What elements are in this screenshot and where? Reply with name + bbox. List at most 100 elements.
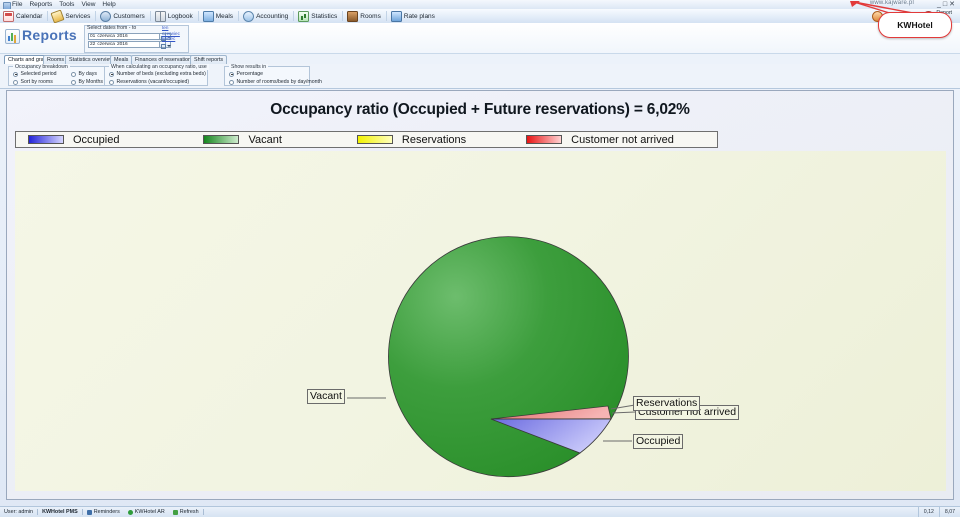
- radio-dot-icon: [13, 71, 18, 77]
- legend-swatch-reservations-icon: [356, 135, 393, 144]
- radio-dot-icon: [71, 79, 76, 85]
- toolbar-separator: [238, 11, 240, 21]
- radio-by-months[interactable]: By Months: [71, 79, 103, 85]
- toolbar-separator: [385, 11, 387, 21]
- status-refresh-label: Refresh: [179, 509, 199, 515]
- date-to-row: 22 czerwca 2016: [88, 41, 171, 49]
- menu-item-help[interactable]: Help: [102, 1, 115, 8]
- fieldset-occupancy-breakdown: Occupancy breakdown Selected period By d…: [8, 63, 112, 86]
- radio-dot-icon: [109, 79, 114, 85]
- logbook-icon: [154, 10, 166, 22]
- toolbar-button-accounting[interactable]: Accounting: [240, 10, 292, 23]
- date-to-month: czerwca: [97, 42, 115, 47]
- legend-item-occupied: Occupied: [28, 134, 119, 146]
- radio-dot-icon: [229, 71, 234, 77]
- rate-plans-icon: [390, 10, 402, 22]
- date-link-3[interactable]: koniec: [162, 36, 186, 42]
- kwhotel-ar-icon: [127, 509, 133, 515]
- radio-label-selected-period: Selected period: [20, 71, 57, 77]
- legend-item-customer-not-arrived: Customer not arrived: [526, 134, 674, 146]
- toolbar-label-logbook: Logbook: [167, 12, 193, 20]
- main-toolbar: Calendar Services Customers Logbook Meal…: [0, 8, 960, 24]
- radio-dot-icon: [229, 79, 234, 85]
- date-to-input[interactable]: 22 czerwca 2016: [88, 41, 160, 48]
- date-range-caption: Select dates from - to: [87, 25, 137, 31]
- status-reminders[interactable]: Reminders: [83, 509, 124, 515]
- date-from-day: 01: [90, 33, 96, 39]
- legend-item-vacant: Vacant: [203, 133, 282, 146]
- legend-item-reservations: Reservations: [356, 133, 467, 146]
- toolbar-button-meals[interactable]: Meals: [200, 10, 237, 23]
- date-to-day: 22: [90, 42, 96, 47]
- menu-item-view[interactable]: View: [81, 1, 95, 8]
- toolbar-button-statistics[interactable]: Statistics: [295, 10, 341, 23]
- legend-swatch-occupied-icon: [28, 135, 64, 144]
- date-to-dropdown-chevron-icon[interactable]: [166, 41, 171, 48]
- date-from-input[interactable]: 01 czerwca 2016: [88, 32, 160, 40]
- radio-dot-icon: [13, 79, 18, 85]
- status-separator: [202, 509, 204, 515]
- radio-label-by-days: By days: [78, 71, 97, 77]
- radio-label-number-of-beds: Number of beds (excluding extra beds): [116, 71, 206, 77]
- refresh-icon: [172, 509, 178, 515]
- statistics-icon: [298, 10, 310, 22]
- toolbar-button-customers[interactable]: Customers: [97, 10, 148, 23]
- chart-panel: Occupancy ratio (Occupied + Future reser…: [6, 90, 954, 500]
- status-kwhotel-ar[interactable]: KWHotel AR: [124, 509, 169, 515]
- legend-label-occupied: Occupied: [73, 133, 120, 146]
- status-cell-2: 8,07: [938, 507, 960, 517]
- menu-item-reports[interactable]: Reports: [29, 1, 52, 8]
- date-from-month: czerwca: [97, 33, 115, 39]
- status-app-name: KWHotel PMS: [42, 509, 78, 515]
- options-panel: Occupancy breakdown Selected period By d…: [0, 63, 960, 89]
- pie-label-vacant: Vacant: [307, 389, 345, 404]
- radio-number-of-beds[interactable]: Number of beds (excluding extra beds): [109, 71, 206, 77]
- legend-label-reservations: Reservations: [401, 133, 467, 146]
- chart-title: Occupancy ratio (Occupied + Future reser…: [270, 101, 690, 118]
- rooms-icon: [347, 10, 359, 22]
- radio-selected-period[interactable]: Selected period: [13, 71, 57, 77]
- radio-reservations-vacant-occupied[interactable]: Reservations (vacant/occupied): [109, 79, 189, 85]
- status-refresh[interactable]: Refresh: [169, 509, 203, 515]
- toolbar-label-rate-plans: Rate plans: [403, 12, 435, 20]
- menu-item-file[interactable]: File: [12, 1, 22, 8]
- reports-icon: [5, 29, 20, 44]
- toolbar-button-rooms[interactable]: Rooms: [344, 10, 385, 23]
- toolbar-button-services[interactable]: Services: [49, 8, 94, 24]
- toolbar-label-calendar: Calendar: [16, 12, 43, 20]
- legend-label-vacant: Vacant: [248, 133, 282, 146]
- radio-dot-icon: [109, 71, 114, 77]
- status-right-group: 0,12 8,07: [917, 507, 960, 517]
- callout-bubble: KWHotel: [878, 12, 952, 38]
- radio-number-of-rooms-beds[interactable]: Number of rooms/beds by day/month: [229, 79, 322, 85]
- fieldset-occupancy-calc: When calculating an occupancy ratio, use…: [104, 63, 209, 86]
- toolbar-label-services: Services: [65, 12, 91, 20]
- application-window: www.kajware.pl _□✕ File Reports Tools Vi…: [0, 0, 960, 517]
- status-reminders-label: Reminders: [93, 509, 120, 515]
- title-bar: www.kajware.pl _□✕: [0, 0, 960, 9]
- legend-swatch-customer-not-arrived-icon: [526, 135, 563, 144]
- radio-by-days[interactable]: By days: [71, 71, 97, 77]
- legend-label-customer-not-arrived: Customer not arrived: [571, 133, 674, 146]
- menu-item-tools[interactable]: Tools: [59, 1, 74, 8]
- services-icon: [50, 8, 65, 24]
- customers-icon: [100, 10, 112, 22]
- calendar-icon: [3, 10, 14, 22]
- legend-swatch-vacant-icon: [203, 135, 240, 144]
- toolbar-label-meals: Meals: [215, 12, 234, 20]
- toolbar-button-rate-plans[interactable]: Rate plans: [388, 10, 439, 23]
- toolbar-button-logbook[interactable]: Logbook: [152, 10, 197, 23]
- date-to-year: 2016: [116, 42, 128, 47]
- leader-line-customer-not-arrived: [611, 411, 636, 414]
- radio-dot-icon: [71, 71, 76, 77]
- radio-percentage[interactable]: Percentage: [229, 71, 263, 77]
- status-bar: User: admin KWHotel PMS Reminders KWHote…: [0, 506, 960, 517]
- legend-occupancy-calc: When calculating an occupancy ratio, use: [109, 63, 209, 70]
- toolbar-separator: [47, 11, 49, 21]
- radio-label-by-months: By Months: [78, 79, 104, 85]
- chart-plot-area: Vacant Reservations Customer not arrived…: [15, 151, 946, 491]
- radio-label-percentage: Percentage: [236, 71, 264, 77]
- toolbar-button-calendar[interactable]: Calendar: [0, 10, 46, 23]
- toolbar-separator: [149, 11, 151, 21]
- radio-sort-by-rooms[interactable]: Sort by rooms: [13, 79, 53, 85]
